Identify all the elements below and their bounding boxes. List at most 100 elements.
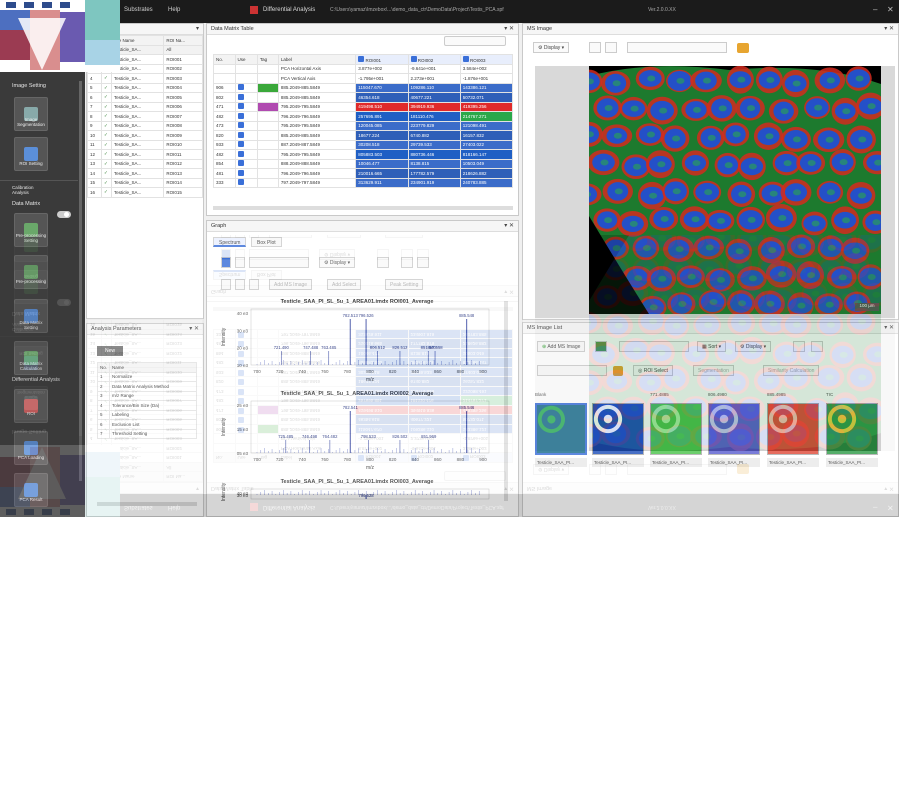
dm-col-3[interactable]: Label [277,54,357,65]
spectrum-chart[interactable]: Testicle_SAA_PI_SL_5u_1_AREA01.imdx ROI0… [207,295,507,517]
col-roi-name[interactable]: ROI Na... [163,35,203,46]
sidebar-scrollbar[interactable] [79,81,82,481]
use-checkbox[interactable] [237,160,244,167]
check-cell[interactable]: ✓ [101,92,112,103]
dm-row[interactable]: 482 796.2049-796.5849257695.891181110.476… [213,111,514,122]
dm-row[interactable]: 854 888.2049-888.584910046.4778138.815105… [213,158,514,169]
file-row[interactable]: 6✓Testicle_SA...ROI005 [87,92,203,103]
panel-close-icon[interactable]: ▾ ✕ [504,25,514,32]
parameter-row[interactable]: 4 Tolerance/Bin Size (Da) [96,400,197,411]
peak-setting-button[interactable]: Peak Setting [385,279,424,290]
spectrum-view-icon[interactable] [221,257,231,268]
use-checkbox[interactable] [237,179,244,186]
parameter-row[interactable]: 6 Exclusion List [96,419,197,430]
use-checkbox[interactable] [237,93,244,100]
list-zoom-slider[interactable] [619,341,689,352]
graph-vscrollbar[interactable] [504,301,508,501]
panel-pin-icon[interactable]: ▾ [196,25,199,32]
dm-cell[interactable] [234,82,258,93]
dm-row[interactable]: 471 795.2049-795.5849419498.510394919.936… [213,101,514,112]
dm-cell[interactable] [234,168,258,179]
tab-box-plot[interactable]: Box Plot [251,237,282,247]
section-image-setting[interactable]: Image Setting [12,83,46,89]
ms-thumbnail[interactable] [592,403,644,455]
check-cell[interactable]: ✓ [101,82,112,93]
dm-cell[interactable] [234,158,258,169]
file-row[interactable]: 4✓Testicle_SA...ROI003 [87,73,203,84]
dm-cell[interactable] [234,177,258,188]
dm-cell[interactable] [234,139,258,150]
file-row[interactable]: 13✓Testicle_SA...ROI012 [87,158,203,169]
calibration-toggle[interactable] [57,211,71,218]
use-checkbox[interactable] [237,103,244,110]
dm-cell[interactable] [234,92,258,103]
dm-cell[interactable] [234,101,258,112]
dm-cell[interactable] [234,149,258,160]
zoom-slider[interactable] [444,36,506,46]
check-cell[interactable]: ✓ [101,168,112,179]
roi-analysis-button[interactable] [14,389,48,423]
export-icon[interactable] [417,257,429,268]
dm-col-1[interactable]: Use [234,54,258,65]
file-row[interactable]: 16✓Testicle_SA...ROI015 [87,187,203,198]
file-row[interactable]: 11✓Testicle_SA...ROI010 [87,139,203,150]
dm-col-4[interactable]: ROI001 [355,54,409,65]
ms-thumbnail[interactable] [767,403,819,455]
analysis-hscrollbar[interactable] [97,502,197,506]
segmentation-button[interactable]: Segmentation [693,365,734,376]
panel-close-icon[interactable]: ▾ ✕ [884,25,894,32]
display-dropdown[interactable]: ⚙ Display ▾ [319,257,356,268]
file-row[interactable]: 15✓Testicle_SA...ROI014 [87,177,203,188]
check-cell[interactable]: ✓ [101,120,112,131]
undo-icon[interactable] [221,279,231,290]
add-ms-image-button[interactable]: Add MS Image [269,279,313,290]
dm-row[interactable]: 481 796.2049-796.5849210016.665177782.579… [213,168,514,179]
dm-row[interactable]: 906 885.2049-885.5849115047.670109286.110… [213,82,514,93]
dm-row[interactable]: 473 795.2049-795.5849120045.085223779.829… [213,120,514,131]
list-display-dropdown[interactable]: ⚙ Display ▾ [735,341,772,352]
new-button[interactable]: New [97,346,123,356]
check-cell[interactable]: ✓ [101,177,112,188]
ms-image-view[interactable] [589,66,881,314]
expand-icon[interactable] [811,341,823,352]
zoom-slider[interactable] [249,257,309,268]
menu-help[interactable]: Help [168,7,180,13]
file-row[interactable]: 9✓Testicle_SA...ROI008 [87,120,203,131]
panel-close-icon[interactable]: ▾ ✕ [189,325,199,332]
sort-dropdown[interactable]: ▦ Sort ▾ [697,341,727,352]
parameter-row[interactable]: 5 Labeling [96,409,197,420]
panel-close-icon[interactable]: ▾ ✕ [504,222,514,229]
redo-icon[interactable] [235,279,245,290]
section-differential-analysis[interactable]: Differential Analysis [12,377,60,383]
dm-row[interactable]: 333 797.2049-797.5849313629.911234901.919… [213,177,514,188]
use-checkbox[interactable] [237,169,244,176]
check-cell[interactable]: ✓ [101,158,112,169]
tab-spectrum[interactable]: Spectrum [213,237,247,247]
use-checkbox[interactable] [237,141,244,148]
file-row[interactable]: 14✓Testicle_SA...ROI013 [87,168,203,179]
use-checkbox[interactable] [237,150,244,157]
close-window-icon[interactable]: ✕ [887,5,894,14]
file-row[interactable]: 10✓Testicle_SA...ROI009 [87,130,203,141]
column-checkbox[interactable] [410,55,417,62]
parameter-row[interactable]: 1 Normalize [96,371,197,382]
check-cell[interactable]: ✓ [101,101,112,112]
menu-substrates[interactable]: Substrates [124,7,153,13]
fit-icon[interactable] [793,341,805,352]
file-row[interactable]: 8✓Testicle_SA...ROI007 [87,111,203,122]
column-checkbox[interactable] [358,55,365,62]
roi-select-button[interactable]: ◎ ROI Select [633,365,673,376]
dm-cell[interactable] [234,111,258,122]
dm-cell[interactable] [234,130,258,141]
dm-col-2[interactable]: Tag [256,54,279,65]
save-icon[interactable] [595,341,607,352]
file-row[interactable]: 7✓Testicle_SA...ROI006 [87,101,203,112]
expand-icon[interactable] [605,42,617,53]
similarity-calculation-button[interactable]: Similarity Calculation [763,365,820,376]
minimize-icon[interactable]: – [873,5,877,14]
zoom-icon[interactable] [235,257,245,268]
color-icon[interactable] [737,43,749,53]
parameter-row[interactable]: 3 m/z Range [96,390,197,401]
check-cell[interactable]: ✓ [101,111,112,122]
column-checkbox[interactable] [462,55,469,62]
